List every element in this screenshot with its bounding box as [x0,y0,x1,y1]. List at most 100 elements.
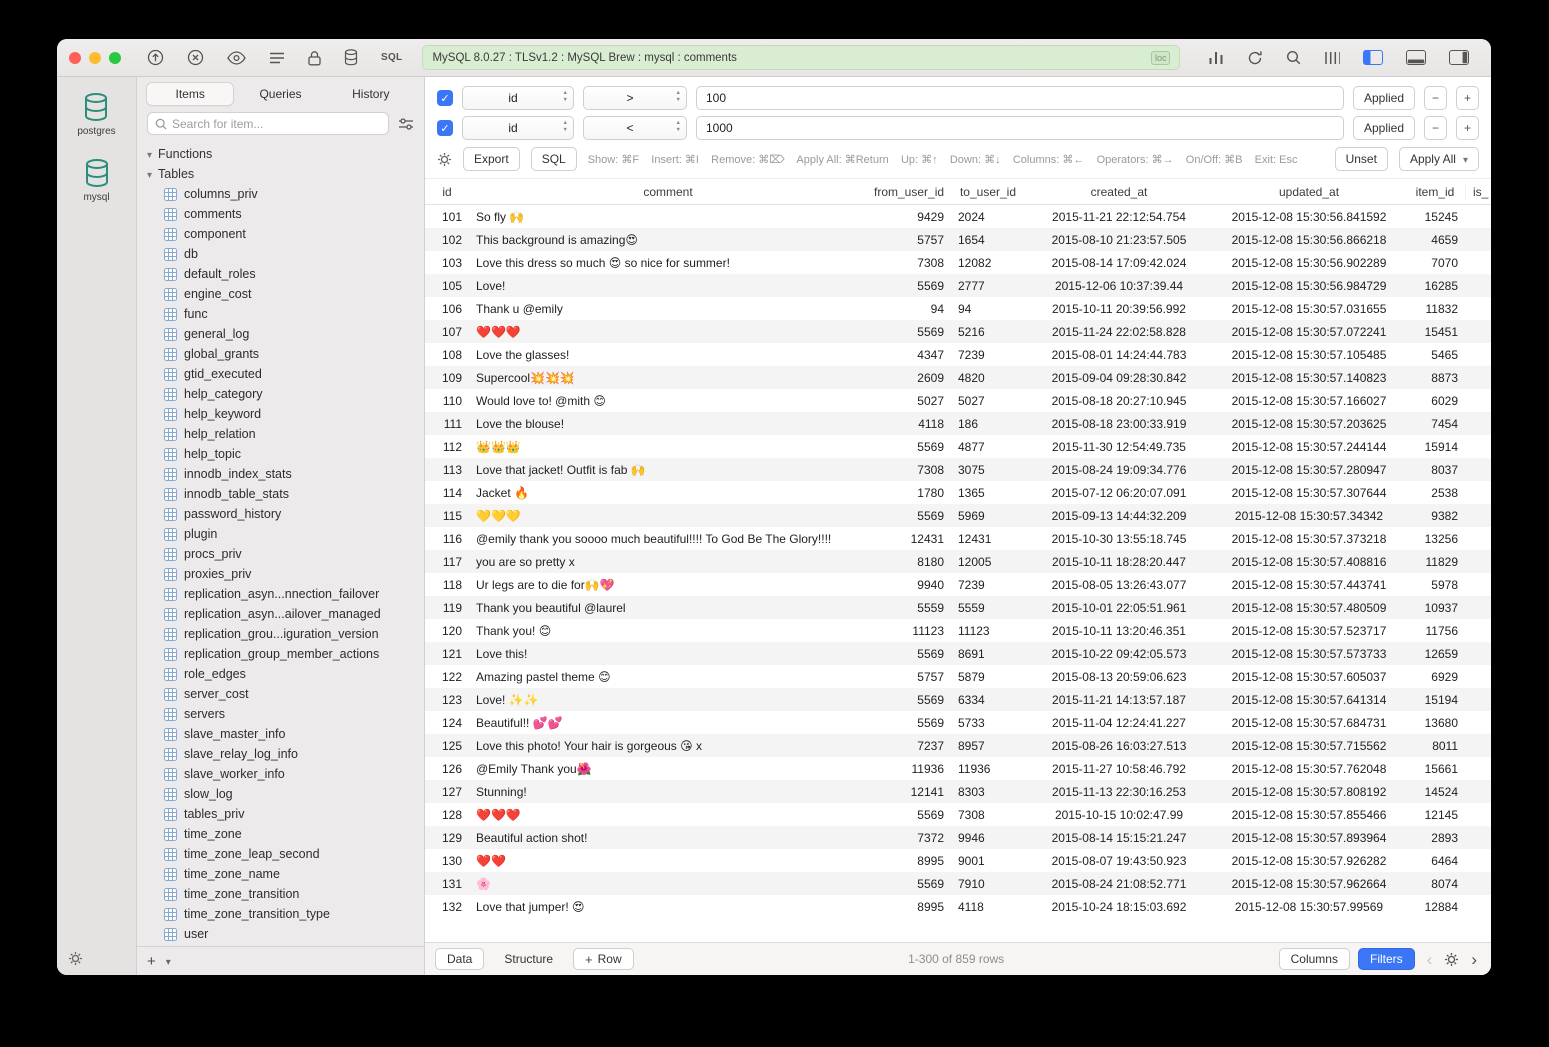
toggle-bottom-panel-icon[interactable] [1406,50,1426,65]
table-cell[interactable]: 2015-08-14 15:15:21.247 [1025,831,1213,845]
table-cell[interactable]: 114 [425,486,469,500]
table-cell[interactable]: Love this photo! Your hair is gorgeous 😘… [469,739,867,753]
table-cell[interactable]: 94 [951,302,1025,316]
sidebar-table-item[interactable]: tables_priv [137,804,424,824]
sidebar-table-item[interactable]: component [137,224,424,244]
table-cell[interactable]: 123 [425,693,469,707]
export-button[interactable]: Export [463,147,520,171]
table-cell[interactable]: 2015-10-11 13:20:46.351 [1025,624,1213,638]
table-cell[interactable]: 124 [425,716,469,730]
table-row[interactable]: 116@emily thank you soooo much beautiful… [425,527,1491,550]
table-cell[interactable]: 9940 [867,578,951,592]
table-cell[interactable]: 116 [425,532,469,546]
table-row[interactable]: 114Jacket 🔥178013652015-07-12 06:20:07.0… [425,481,1491,504]
table-cell[interactable]: 8303 [951,785,1025,799]
sidebar-table-item[interactable]: replication_asyn...nnection_failover [137,584,424,604]
column-header-updated_at[interactable]: updated_at [1213,185,1405,199]
table-cell[interactable]: 12431 [867,532,951,546]
column-header-item_id[interactable]: item_id [1405,185,1465,199]
table-cell[interactable]: 5569 [867,509,951,523]
table-cell[interactable]: 107 [425,325,469,339]
sidebar-table-item[interactable]: replication_asyn...ailover_managed [137,604,424,624]
table-cell[interactable]: 108 [425,348,469,362]
settings-gear-icon[interactable] [68,951,83,966]
table-cell[interactable]: 2015-12-08 15:30:57.715562 [1213,739,1405,753]
sidebar-table-item[interactable]: help_category [137,384,424,404]
table-cell[interactable]: Beautiful action shot! [469,831,867,845]
disconnect-icon[interactable] [187,49,204,66]
table-cell[interactable]: 118 [425,578,469,592]
table-cell[interactable]: Supercool💥💥💥 [469,371,867,385]
table-cell[interactable]: 2015-11-27 10:58:46.792 [1025,762,1213,776]
connection-icon[interactable] [147,49,164,66]
table-row[interactable]: 105Love!556927772015-12-06 10:37:39.4420… [425,274,1491,297]
table-cell[interactable]: 131 [425,877,469,891]
tab-history[interactable]: History [328,83,414,105]
table-cell[interactable]: 15245 [1405,210,1465,224]
table-cell[interactable]: 12141 [867,785,951,799]
table-cell[interactable]: 11936 [867,762,951,776]
filter-value-input[interactable] [696,116,1344,140]
table-cell[interactable]: 2015-08-14 17:09:42.024 [1025,256,1213,270]
table-cell[interactable]: 2015-12-08 15:30:57.926282 [1213,854,1405,868]
table-cell[interactable]: 2015-09-04 09:28:30.842 [1025,371,1213,385]
filter-value-input[interactable] [696,86,1344,110]
column-header-is_[interactable]: is_ [1465,185,1491,199]
table-cell[interactable]: 1365 [951,486,1025,500]
table-cell[interactable]: 127 [425,785,469,799]
table-cell[interactable]: 2015-08-18 23:00:33.919 [1025,417,1213,431]
table-cell[interactable]: 2015-12-08 15:30:57.443741 [1213,578,1405,592]
table-cell[interactable]: Love the blouse! [469,417,867,431]
sidebar-table-item[interactable]: password_history [137,504,424,524]
table-cell[interactable]: Stunning! [469,785,867,799]
table-row[interactable]: 110Would love to! @mith 😊502750272015-08… [425,389,1491,412]
filter-operator-select[interactable]: < [583,116,687,140]
table-cell[interactable]: 8180 [867,555,951,569]
item-search-box[interactable] [147,112,389,135]
table-cell[interactable]: 5027 [867,394,951,408]
table-cell[interactable]: Would love to! @mith 😊 [469,394,867,408]
tab-data[interactable]: Data [435,948,484,970]
sidebar-table-item[interactable]: slave_worker_info [137,764,424,784]
table-cell[interactable]: 12659 [1405,647,1465,661]
filter-applied-button[interactable]: Applied [1353,116,1415,140]
table-cell[interactable]: 2015-12-08 15:30:57.203625 [1213,417,1405,431]
table-cell[interactable]: 2777 [951,279,1025,293]
table-cell[interactable]: 4118 [951,900,1025,914]
table-cell[interactable]: 2015-07-12 06:20:07.091 [1025,486,1213,500]
toggle-right-panel-icon[interactable] [1449,50,1469,65]
sidebar-table-item[interactable]: help_relation [137,424,424,444]
chart-icon[interactable] [1208,50,1224,65]
table-cell[interactable]: 12145 [1405,808,1465,822]
table-cell[interactable]: 7308 [867,256,951,270]
table-cell[interactable]: 2015-08-18 20:27:10.945 [1025,394,1213,408]
table-cell[interactable]: ❤️❤️ [469,854,867,868]
sidebar-table-item[interactable]: help_keyword [137,404,424,424]
table-cell[interactable]: 5559 [867,601,951,615]
table-cell[interactable]: Love! [469,279,867,293]
table-row[interactable]: 118Ur legs are to die for🙌💖994072392015-… [425,573,1491,596]
table-row[interactable]: 115💛💛💛556959692015-09-13 14:44:32.209201… [425,504,1491,527]
table-cell[interactable]: 7372 [867,831,951,845]
table-cell[interactable]: Love this dress so much 😍 so nice for su… [469,256,867,270]
table-row[interactable]: 108Love the glasses!434772392015-08-01 1… [425,343,1491,366]
table-cell[interactable]: 7308 [951,808,1025,822]
table-cell[interactable]: 5757 [867,670,951,684]
filter-field-select[interactable]: id [462,116,574,140]
table-cell[interactable]: 11829 [1405,555,1465,569]
table-cell[interactable]: 2015-12-08 15:30:57.480509 [1213,601,1405,615]
table-cell[interactable]: 2015-08-26 16:03:27.513 [1025,739,1213,753]
table-cell[interactable]: Love! ✨✨ [469,693,867,707]
table-cell[interactable]: 15661 [1405,762,1465,776]
table-cell[interactable]: 105 [425,279,469,293]
table-cell[interactable]: 6334 [951,693,1025,707]
table-cell[interactable]: Ur legs are to die for🙌💖 [469,578,867,592]
table-cell[interactable]: 2015-08-01 14:24:44.783 [1025,348,1213,362]
table-cell[interactable]: 9429 [867,210,951,224]
table-row[interactable]: 129Beautiful action shot!737299462015-08… [425,826,1491,849]
table-cell[interactable]: 13680 [1405,716,1465,730]
table-cell[interactable]: 122 [425,670,469,684]
table-row[interactable]: 107❤️❤️❤️556952162015-11-24 22:02:58.828… [425,320,1491,343]
table-cell[interactable]: 12082 [951,256,1025,270]
table-cell[interactable]: 186 [951,417,1025,431]
